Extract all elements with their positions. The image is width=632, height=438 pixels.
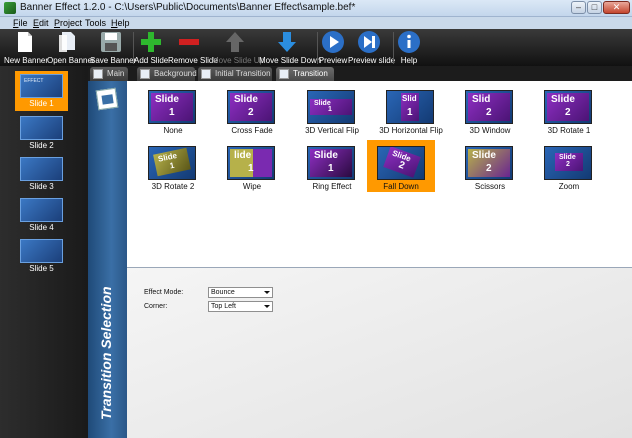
transition-thumbnail: Slide 2 [377, 146, 425, 180]
preview-slide-button[interactable]: Preview slide [348, 29, 395, 66]
move-slide-up-button[interactable]: Move Slide Up [212, 29, 264, 66]
transition-3d-horizontal-flip[interactable]: Slid 1 3D Horizontal Flip [376, 84, 446, 144]
transition-3d-window[interactable]: Slid 2 3D Window [455, 84, 525, 144]
slide-thumbnail-text: EFFECT [24, 78, 44, 84]
preview-button[interactable]: Preview [318, 29, 348, 66]
menu-tools[interactable]: Tools [85, 18, 106, 28]
slide-item[interactable]: Slide 3 [15, 154, 68, 194]
slide-thumbnail [20, 157, 63, 181]
close-button[interactable]: ✕ [603, 1, 630, 14]
minimize-button[interactable]: – [571, 1, 586, 14]
tab-transition[interactable]: Transition [276, 67, 334, 81]
transition-icon [279, 69, 289, 79]
transition-thumbnail: Slide 2 [544, 146, 592, 180]
help-button[interactable]: Help [394, 29, 424, 66]
transition-icon [201, 69, 211, 79]
arrow-down-icon [278, 32, 296, 52]
menu-file[interactable]: File [13, 18, 28, 28]
image-icon [140, 69, 150, 79]
chevron-down-icon [264, 305, 270, 308]
transition-thumbnail: Slid 2 [465, 90, 513, 124]
transition-thumbnail: Slide 2 [227, 90, 275, 124]
section-band: Transition Selection [88, 81, 127, 438]
tab-strip: Main Background Initial Transition Trans… [88, 66, 632, 81]
app-icon [4, 2, 16, 14]
effect-mode-select[interactable]: Bounce [208, 287, 273, 298]
page-icon [93, 69, 103, 79]
slide-item[interactable]: Slide 2 [15, 113, 68, 153]
slide-thumbnail: EFFECT [20, 74, 63, 98]
section-title: Transition Selection [97, 286, 114, 420]
transition-options: Effect Mode: Bounce Corner: Top Left [127, 268, 632, 438]
slide-thumbnail [20, 239, 63, 263]
slide-item[interactable]: Slide 5 [15, 236, 68, 276]
open-banner-button[interactable]: Open Banner [47, 29, 95, 66]
slide-list: EFFECT Slide 1 Slide 2 Slide 3 Slide 4 S… [0, 66, 88, 438]
minus-icon [179, 39, 199, 45]
save-banner-button[interactable]: Save Banner [90, 29, 136, 66]
transition-zoom[interactable]: Slide 2 Zoom [534, 140, 604, 200]
floppy-disk-icon [101, 32, 121, 52]
transition-ring-effect[interactable]: Slide 1 Ring Effect [297, 140, 367, 200]
effect-mode-label: Effect Mode: [144, 289, 184, 296]
tab-main[interactable]: Main [90, 67, 128, 81]
new-banner-button[interactable]: New Banner [4, 29, 48, 66]
transition-none[interactable]: Slide 1 None [138, 84, 208, 144]
info-icon [398, 31, 420, 53]
transition-grid: Slide 1 None Slide 2 Cross Fade Slide 1 3D … [127, 81, 632, 267]
remove-slide-button[interactable]: Remove Slide [168, 29, 218, 66]
transition-3d-rotate-1[interactable]: Slide 2 3D Rotate 1 [534, 84, 604, 144]
transition-3d-vertical-flip[interactable]: Slide 1 3D Vertical Flip [297, 84, 367, 144]
transition-thumbnail: lide 1 [227, 146, 275, 180]
open-document-icon [59, 32, 75, 52]
window-title: Banner Effect 1.2.0 - C:\Users\Public\Do… [20, 2, 356, 13]
corner-label: Corner: [144, 303, 168, 310]
menu-edit[interactable]: Edit [33, 18, 49, 28]
transition-3d-rotate-2[interactable]: Slide 1 3D Rotate 2 [138, 140, 208, 200]
slide-thumbnail [20, 198, 63, 222]
transition-thumbnail: Slid 1 [386, 90, 434, 124]
maximize-button[interactable]: □ [587, 1, 602, 14]
menu-project[interactable]: Project [54, 18, 82, 28]
toolbar: New Banner Open Banner Save Banner Add S… [0, 29, 632, 66]
arrow-up-icon [226, 32, 244, 52]
transition-wipe[interactable]: lide 1 Wipe [217, 140, 287, 200]
play-icon [322, 31, 344, 53]
tab-background[interactable]: Background [137, 67, 197, 81]
transition-thumbnail: Slide 2 [465, 146, 513, 180]
slide-item[interactable]: Slide 4 [15, 195, 68, 235]
transition-thumbnail: Slide 1 [307, 146, 355, 180]
transition-fall-down[interactable]: Slide 2 Fall Down [367, 140, 435, 192]
menu-help[interactable]: Help [111, 18, 130, 28]
chevron-down-icon [264, 291, 270, 294]
slide-thumbnail [20, 116, 63, 140]
new-document-icon [18, 32, 32, 52]
add-slide-button[interactable]: Add Slide [134, 29, 168, 66]
transition-thumbnail: Slide 1 [148, 146, 196, 180]
play-next-icon [358, 31, 380, 53]
corner-select[interactable]: Top Left [208, 301, 273, 312]
transition-thumbnail: Slide 2 [544, 90, 592, 124]
transition-thumbnail: Slide 1 [307, 90, 355, 124]
transition-scissors[interactable]: Slide 2 Scissors [455, 140, 525, 200]
plus-icon [141, 32, 161, 52]
title-bar: Banner Effect 1.2.0 - C:\Users\Public\Do… [0, 0, 632, 17]
transition-cross-fade[interactable]: Slide 2 Cross Fade [217, 84, 287, 144]
slide-item[interactable]: EFFECT Slide 1 [15, 71, 68, 111]
move-slide-down-button[interactable]: Move Slide Down [259, 29, 321, 66]
tab-initial-transition[interactable]: Initial Transition [198, 67, 272, 81]
transition-thumbnail: Slide 1 [148, 90, 196, 124]
menu-bar: File Edit Project Tools Help [0, 17, 632, 29]
